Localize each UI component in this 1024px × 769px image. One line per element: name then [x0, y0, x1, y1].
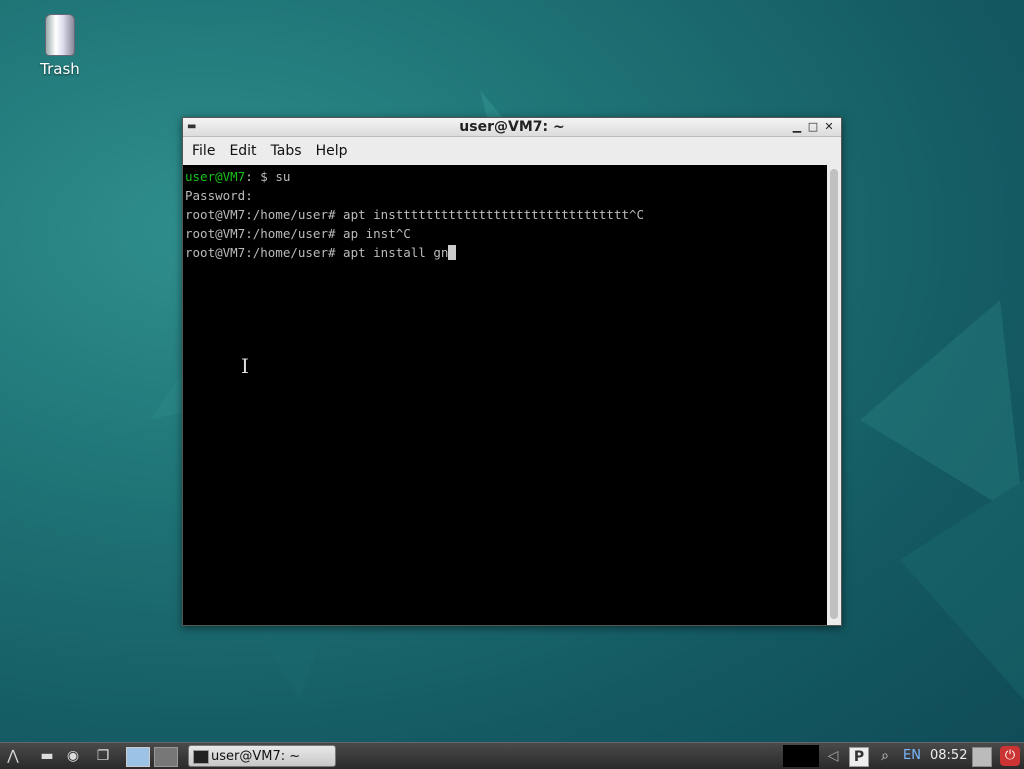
cpu-monitor [783, 745, 819, 767]
menu-help[interactable]: Help [309, 143, 355, 159]
terminal-line: root@VM7:/home/user# apt install gn [185, 243, 827, 262]
volume-icon[interactable]: ◁ [824, 747, 842, 765]
workspace-1-icon[interactable] [126, 747, 150, 767]
browser-globe-icon[interactable]: ◉ [64, 747, 82, 765]
terminal-window: ▬ user@VM7: ~ ▁ □ ✕ File Edit Tabs Help user@… [182, 117, 842, 626]
language-indicator[interactable]: EN [903, 743, 921, 769]
prompt-user: user@VM7 [185, 169, 246, 184]
start-menu-icon[interactable]: ⋀ [4, 747, 22, 765]
taskbar: ⋀ ▬ ◉ ❐ user@VM7: ~ ◁ P ⌕ EN 08:52 ⏻ [0, 742, 1024, 769]
menu-file[interactable]: File [185, 143, 222, 159]
menu-bar: File Edit Tabs Help [183, 137, 841, 166]
power-icon[interactable]: ⏻ [1000, 746, 1020, 766]
user-icon[interactable] [972, 747, 992, 767]
minimize-icon[interactable]: ▁ [789, 118, 805, 136]
taskbar-window-label: user@VM7: ~ [211, 749, 301, 764]
terminal-line: root@VM7:/home/user# apt instttttttttttt… [185, 207, 645, 222]
clipboard-icon[interactable]: P [849, 747, 869, 767]
search-icon[interactable]: ⌕ [876, 747, 894, 765]
close-icon[interactable]: ✕ [821, 118, 837, 136]
terminal-scrollbar[interactable] [827, 165, 841, 625]
maximize-icon[interactable]: □ [805, 118, 821, 136]
file-manager-icon[interactable]: ▬ [38, 747, 56, 765]
menu-edit[interactable]: Edit [222, 143, 263, 159]
show-desktop-icon[interactable]: ❐ [94, 747, 112, 765]
workspace-2-icon[interactable] [154, 747, 178, 767]
clock[interactable]: 08:52 [930, 743, 967, 769]
scrollbar-thumb[interactable] [830, 169, 838, 619]
terminal-line: Password: [185, 188, 253, 203]
window-titlebar[interactable]: ▬ user@VM7: ~ ▁ □ ✕ [183, 118, 841, 137]
terminal-line: root@VM7:/home/user# ap inst^C [185, 226, 411, 241]
trash-desktop-icon[interactable]: Trash [30, 10, 90, 78]
terminal-line: user@VM7: $ su [185, 169, 291, 184]
terminal-area[interactable]: user@VM7: $ su Password: root@VM7:/home/us… [183, 165, 827, 625]
window-title: user@VM7: ~ [459, 119, 565, 135]
mouse-ibeam-cursor-icon: I [241, 354, 249, 378]
taskbar-window-button[interactable]: user@VM7: ~ [188, 745, 336, 767]
trash-icon [45, 14, 75, 56]
trash-label: Trash [40, 60, 80, 78]
terminal-app-icon [193, 750, 209, 764]
menu-tabs[interactable]: Tabs [264, 143, 309, 159]
text-cursor [448, 245, 457, 260]
